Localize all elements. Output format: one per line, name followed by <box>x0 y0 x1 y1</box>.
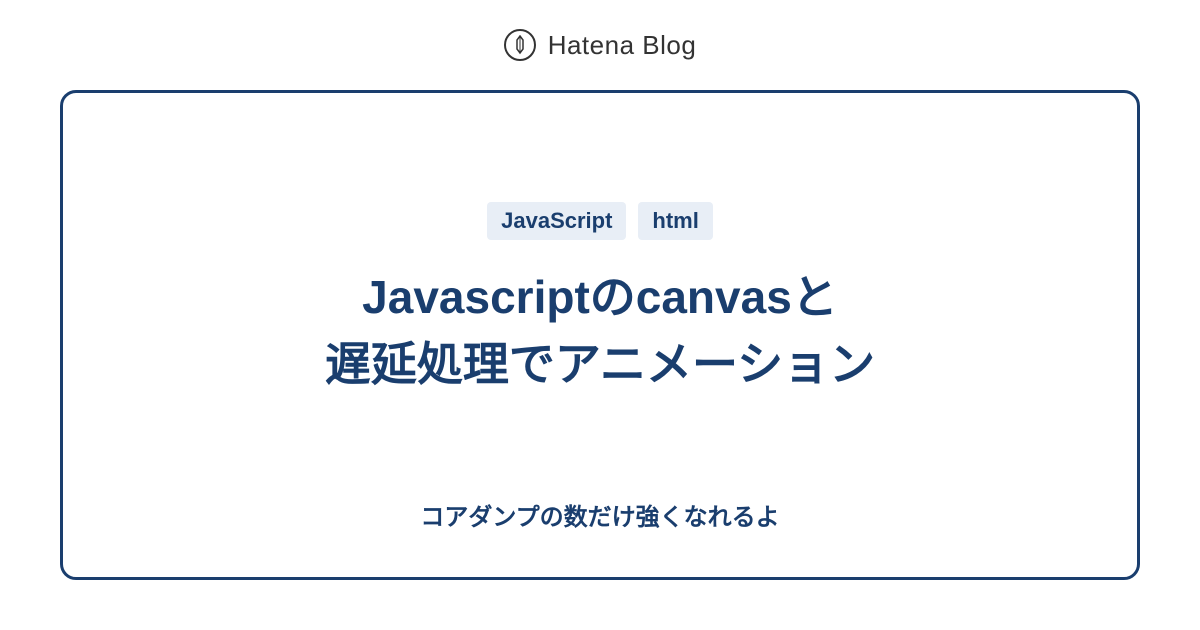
article-card: JavaScript html Javascriptのcanvasと 遅延処理で… <box>60 90 1140 580</box>
tag-item[interactable]: html <box>638 202 712 240</box>
hatena-logo-icon <box>504 29 536 61</box>
tag-list: JavaScript html <box>487 202 713 240</box>
header: Hatena Blog <box>0 0 1200 90</box>
pen-icon <box>512 35 528 55</box>
article-title: Javascriptのcanvasと 遅延処理でアニメーション <box>325 264 875 397</box>
blog-name: コアダンプの数だけ強くなれるよ <box>420 497 779 532</box>
brand-name: Hatena Blog <box>548 30 697 61</box>
title-line: Javascriptのcanvasと <box>362 271 838 323</box>
title-line: 遅延処理でアニメーション <box>325 338 875 390</box>
tag-item[interactable]: JavaScript <box>487 202 626 240</box>
